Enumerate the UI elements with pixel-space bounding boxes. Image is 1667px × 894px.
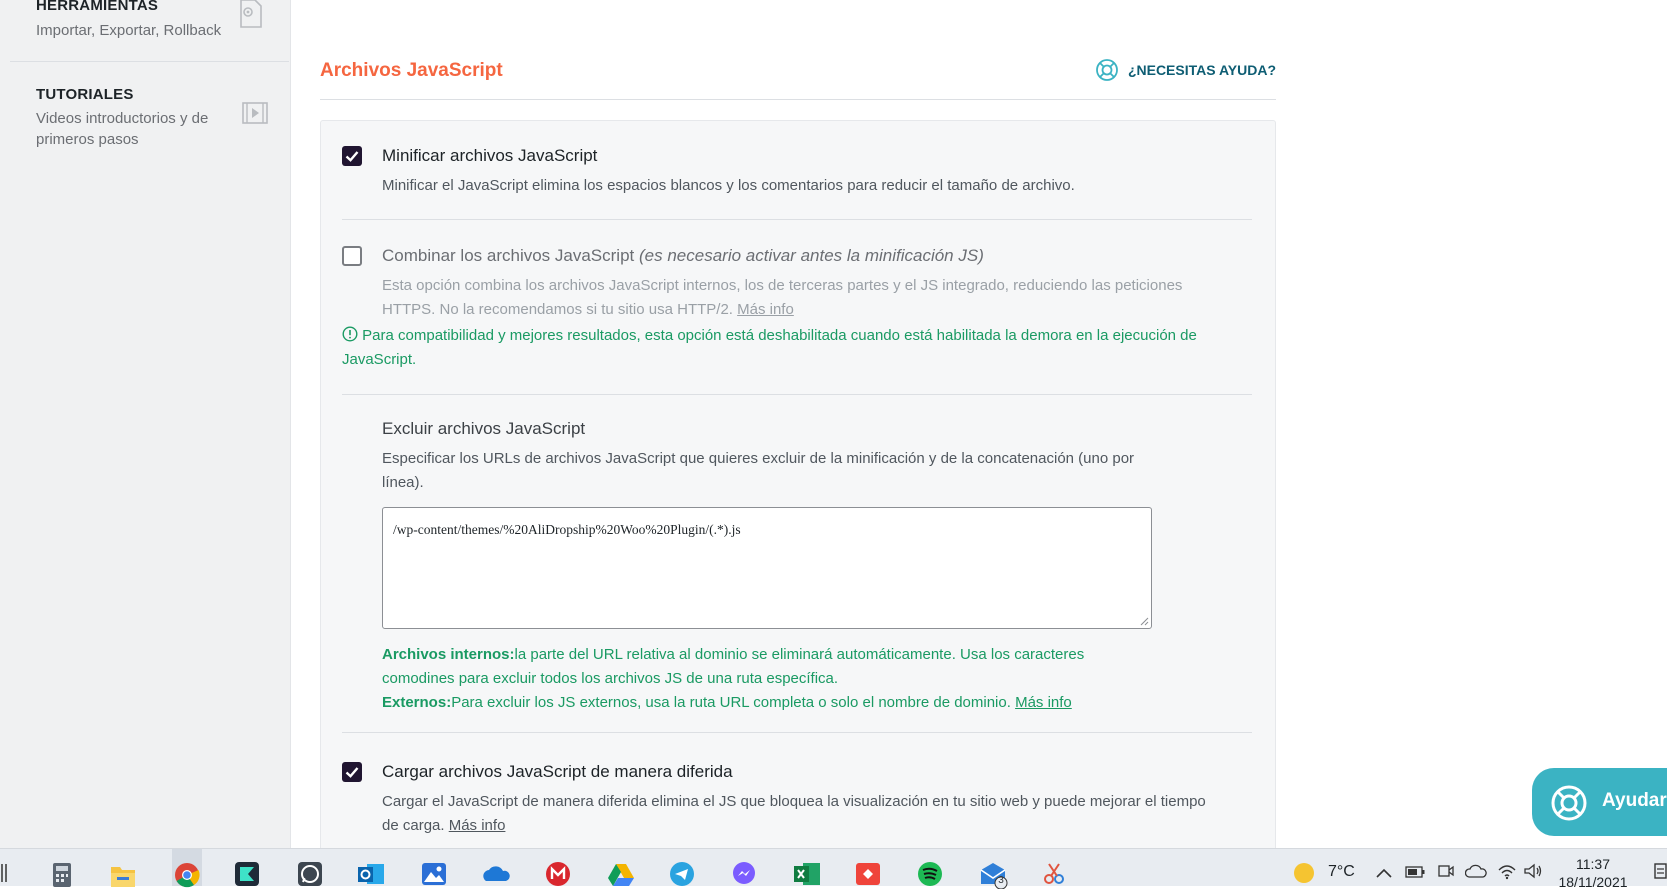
outlook-icon[interactable] bbox=[357, 861, 384, 887]
alert-circle-icon bbox=[342, 326, 358, 342]
option-divider bbox=[342, 732, 1252, 733]
section-title: Archivos JavaScript bbox=[320, 60, 503, 81]
main-content: Archivos JavaScript ¿NECESITAS AYUDA? Mi… bbox=[320, 0, 1276, 862]
help-bubble-button[interactable]: Ayudar bbox=[1532, 768, 1667, 836]
telegram-icon[interactable] bbox=[669, 861, 695, 887]
exclude-js-title: Excluir archivos JavaScript bbox=[382, 419, 586, 438]
defer-js-desc: Cargar el JavaScript de manera diferida … bbox=[382, 790, 1212, 838]
sidebar-item-tools[interactable]: HERRAMIENTAS Importar, Exportar, Rollbac… bbox=[10, 0, 289, 55]
excel-icon[interactable] bbox=[793, 861, 820, 887]
filmora-icon[interactable] bbox=[234, 861, 260, 887]
external-files-text: Para excluir los JS externos, usa la rut… bbox=[451, 694, 1011, 711]
gear-file-icon bbox=[240, 0, 262, 28]
defer-js-desc-text: Cargar el JavaScript de manera diferida … bbox=[382, 793, 1206, 834]
section-divider bbox=[320, 99, 1276, 100]
minify-js-desc: Minificar el JavaScript elimina los espa… bbox=[382, 177, 1075, 194]
minify-js-checkbox[interactable] bbox=[342, 146, 362, 166]
checkmark-icon bbox=[345, 151, 359, 162]
mail-badge: 3 bbox=[998, 875, 1004, 886]
video-play-icon bbox=[242, 102, 268, 124]
options-panel: Minificar archivos JavaScript Minificar … bbox=[320, 120, 1276, 862]
clock-time: 11:37 bbox=[1576, 856, 1610, 872]
exclude-js-note: Archivos internos:la parte del URL relat… bbox=[382, 643, 1142, 715]
photos-icon[interactable] bbox=[421, 861, 447, 887]
help-link[interactable]: ¿NECESITAS AYUDA? bbox=[1095, 58, 1276, 82]
google-drive-icon[interactable] bbox=[607, 861, 634, 887]
battery-icon[interactable] bbox=[1405, 865, 1425, 883]
lifebuoy-icon bbox=[1096, 59, 1118, 81]
snip-icon[interactable] bbox=[1041, 861, 1067, 887]
whatsapp-icon[interactable] bbox=[297, 861, 323, 887]
combine-js-desc: Esta opción combina los archivos JavaScr… bbox=[382, 274, 1232, 322]
combine-js-label-note: (es necesario activar antes la minificac… bbox=[639, 246, 984, 265]
meet-now-icon[interactable] bbox=[1438, 862, 1454, 885]
sidebar-item-title: TUTORIALES bbox=[36, 86, 134, 103]
checkmark-icon bbox=[345, 767, 359, 778]
chevron-up-icon[interactable] bbox=[1376, 865, 1392, 883]
calculator-icon[interactable] bbox=[49, 861, 75, 887]
external-files-label: Externos: bbox=[382, 694, 452, 711]
sidebar-divider bbox=[10, 61, 289, 62]
weather-temperature[interactable]: 7°C bbox=[1328, 863, 1355, 881]
combine-js-label[interactable]: Combinar los archivos JavaScript (es nec… bbox=[382, 246, 984, 266]
help-link-label: ¿NECESITAS AYUDA? bbox=[1127, 62, 1276, 78]
defer-js-label[interactable]: Cargar archivos JavaScript de manera dif… bbox=[382, 762, 733, 782]
exclude-more-info-link[interactable]: Más info bbox=[1015, 694, 1072, 711]
combine-js-warning-text: Para compatibilidad y mejores resultados… bbox=[342, 327, 1197, 368]
spotify-icon[interactable] bbox=[917, 861, 943, 887]
sidebar-item-desc: Importar, Exportar, Rollback bbox=[36, 22, 222, 39]
mail-icon[interactable]: 3 bbox=[979, 861, 1008, 890]
sidebar-item-tutorials[interactable]: TUTORIALES Videos introductorios y de pr… bbox=[10, 80, 289, 150]
taskbar: 3 7°C 11:37 18/11/2021 bbox=[0, 848, 1667, 890]
exclude-js-value: /wp-content/themes/%20AliDropship%20Woo%… bbox=[393, 522, 741, 537]
cloud-icon[interactable] bbox=[1464, 864, 1487, 883]
file-explorer-icon[interactable] bbox=[109, 861, 135, 887]
sidebar: HERRAMIENTAS Importar, Exportar, Rollbac… bbox=[0, 0, 291, 848]
wifi-icon[interactable] bbox=[1497, 862, 1517, 885]
messenger-icon[interactable] bbox=[731, 861, 757, 887]
chrome-icon[interactable] bbox=[172, 849, 202, 888]
exclude-js-desc: Especificar los URLs de archivos JavaScr… bbox=[382, 450, 1135, 491]
onedrive-icon[interactable] bbox=[481, 861, 510, 887]
minify-js-label[interactable]: Minificar archivos JavaScript bbox=[382, 146, 597, 166]
sidebar-item-desc: Videos introductorios y de primeros paso… bbox=[36, 110, 209, 148]
combine-js-checkbox[interactable] bbox=[342, 246, 362, 266]
option-divider bbox=[342, 219, 1252, 220]
help-bubble-label: Ayudar bbox=[1602, 790, 1667, 811]
notifications-icon[interactable] bbox=[1654, 863, 1667, 886]
lifebuoy-icon bbox=[1551, 785, 1587, 821]
combine-js-label-text: Combinar los archivos JavaScript bbox=[382, 246, 635, 265]
taskbar-clock[interactable]: 11:37 18/11/2021 bbox=[1548, 855, 1638, 891]
defer-more-info-link[interactable]: Más info bbox=[449, 817, 506, 834]
combine-more-info-link[interactable]: Más info bbox=[737, 301, 794, 318]
task-view-icon[interactable] bbox=[0, 862, 10, 884]
exclude-js-textarea[interactable]: /wp-content/themes/%20AliDropship%20Woo%… bbox=[382, 507, 1152, 629]
anydesk-icon[interactable] bbox=[855, 861, 881, 887]
sidebar-item-title: HERRAMIENTAS bbox=[36, 0, 159, 14]
combine-js-warning: Para compatibilidad y mejores resultados… bbox=[342, 324, 1242, 372]
weather-sun-icon[interactable] bbox=[1292, 861, 1316, 885]
volume-icon[interactable] bbox=[1523, 862, 1543, 885]
defer-js-checkbox[interactable] bbox=[342, 762, 362, 782]
mega-icon[interactable] bbox=[545, 861, 571, 887]
resize-handle-icon[interactable] bbox=[1139, 616, 1149, 626]
clock-date: 18/11/2021 bbox=[1558, 874, 1628, 890]
option-divider bbox=[342, 394, 1252, 395]
internal-files-label: Archivos internos: bbox=[382, 646, 515, 663]
